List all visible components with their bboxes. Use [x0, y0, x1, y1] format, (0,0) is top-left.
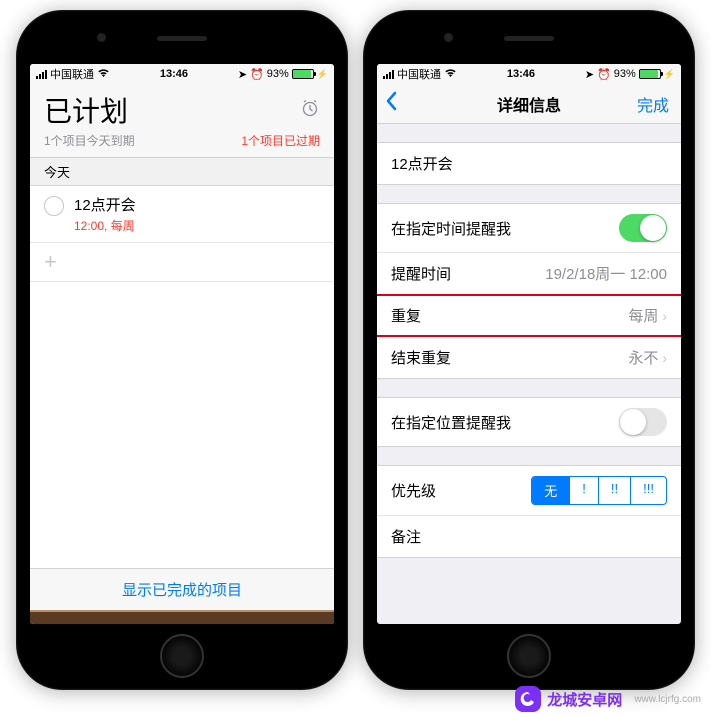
status-time: 13:46 — [160, 68, 188, 80]
end-repeat-cell[interactable]: 结束重复 永不› — [377, 336, 681, 378]
status-bar: 中国联通 13:46 ➤ ⏰ 93% ⚡ — [377, 64, 681, 84]
priority-cell: 优先级 无 ! !! !!! — [377, 466, 681, 515]
alarm-time-label: 提醒时间 — [391, 263, 451, 284]
repeat-value: 每周 — [628, 305, 658, 326]
phone-right: 中国联通 13:46 ➤ ⏰ 93% ⚡ 详细信息 — [363, 10, 695, 690]
remind-time-cell[interactable]: 在指定时间提醒我 — [377, 204, 681, 252]
detail-title: 详细信息 — [497, 92, 561, 116]
alarm-time-cell[interactable]: 提醒时间 19/2/18周一 12:00 — [377, 252, 681, 294]
home-button[interactable] — [160, 634, 204, 678]
chevron-right-icon: › — [662, 350, 667, 366]
status-bar: 中国联通 13:46 ➤ ⏰ 93% ⚡ — [30, 64, 334, 84]
group-location: 在指定位置提醒我 — [377, 397, 681, 447]
alarm-time-value: 19/2/18周一 12:00 — [545, 263, 667, 284]
priority-med[interactable]: !! — [598, 477, 630, 504]
task-title-cell[interactable]: 12点开会 — [377, 143, 681, 184]
remind-location-label: 在指定位置提醒我 — [391, 412, 511, 433]
phone-left: 中国联通 13:46 ➤ ⏰ 93% ⚡ 已计划 — [16, 10, 348, 690]
notes-cell[interactable]: 备注 — [377, 515, 681, 557]
status-time: 13:46 — [507, 68, 535, 80]
repeat-cell[interactable]: 重复 每周› — [377, 294, 681, 336]
battery-pct: 93% — [267, 68, 289, 80]
nav-icon: ➤ — [238, 68, 247, 81]
notes-label: 备注 — [391, 526, 421, 547]
group-priority: 优先级 无 ! !! !!! 备注 — [377, 465, 681, 558]
watermark-logo-icon — [515, 686, 541, 712]
battery-icon — [639, 69, 661, 79]
priority-segmented[interactable]: 无 ! !! !!! — [531, 476, 667, 505]
reminder-detail: 12:00, 每周 — [74, 217, 136, 234]
alarm-icon: ⏰ — [597, 68, 611, 81]
priority-label: 优先级 — [391, 480, 436, 501]
remind-location-toggle[interactable] — [619, 408, 667, 436]
group-title: 12点开会 — [377, 142, 681, 185]
reminder-title: 12点开会 — [74, 194, 136, 215]
home-button[interactable] — [507, 634, 551, 678]
show-completed-button[interactable]: 显示已完成的项目 — [30, 569, 334, 610]
alarm-header-icon[interactable] — [300, 98, 320, 123]
wifi-icon — [97, 68, 110, 81]
page-title: 已计划 — [44, 90, 128, 130]
charging-icon: ⚡ — [317, 69, 328, 80]
list-empty-area[interactable] — [30, 282, 334, 568]
detail-nav: 详细信息 完成 — [377, 84, 681, 124]
watermark-brand: 龙城安卓网 — [547, 689, 622, 710]
remind-location-cell[interactable]: 在指定位置提醒我 — [377, 398, 681, 446]
section-today: 今天 — [30, 158, 334, 186]
battery-pct: 93% — [614, 68, 636, 80]
bottom-bar — [30, 610, 334, 624]
complete-radio[interactable] — [44, 196, 64, 216]
priority-low[interactable]: ! — [569, 477, 598, 504]
back-button[interactable] — [385, 91, 397, 117]
remind-time-label: 在指定时间提醒我 — [391, 218, 511, 239]
screen-left: 中国联通 13:46 ➤ ⏰ 93% ⚡ 已计划 — [30, 64, 334, 624]
list-footer: 显示已完成的项目 — [30, 568, 334, 624]
watermark-url: www.lcjrfg.com — [634, 694, 701, 705]
carrier-label: 中国联通 — [50, 66, 94, 82]
screen-right: 中国联通 13:46 ➤ ⏰ 93% ⚡ 详细信息 — [377, 64, 681, 624]
carrier-label: 中国联通 — [397, 66, 441, 82]
alarm-icon: ⏰ — [250, 68, 264, 81]
done-button[interactable]: 完成 — [637, 92, 669, 116]
reminders-list: 12点开会 12:00, 每周 + — [30, 186, 334, 282]
battery-icon — [292, 69, 314, 79]
priority-none[interactable]: 无 — [532, 477, 569, 504]
due-today-label: 1个项目今天到期 — [44, 132, 135, 149]
watermark: 龙城安卓网 www.lcjrfg.com — [515, 686, 701, 712]
chevron-right-icon: › — [662, 308, 667, 324]
repeat-label: 重复 — [391, 305, 421, 326]
overdue-label: 1个项目已过期 — [241, 132, 320, 149]
signal-icon — [36, 70, 47, 79]
reminder-row[interactable]: 12点开会 12:00, 每周 — [30, 186, 334, 243]
end-repeat-label: 结束重复 — [391, 347, 451, 368]
nav-icon: ➤ — [585, 68, 594, 81]
group-time: 在指定时间提醒我 提醒时间 19/2/18周一 12:00 重复 每周› 结束重… — [377, 203, 681, 379]
add-reminder-button[interactable]: + — [30, 243, 334, 282]
wifi-icon — [444, 68, 457, 81]
charging-icon: ⚡ — [664, 69, 675, 80]
end-repeat-value: 永不 — [628, 347, 658, 368]
list-header: 已计划 1个项目今天到期 1个项目已过期 — [30, 84, 334, 158]
signal-icon — [383, 70, 394, 79]
remind-time-toggle[interactable] — [619, 214, 667, 242]
task-title-text: 12点开会 — [391, 153, 453, 174]
priority-high[interactable]: !!! — [630, 477, 666, 504]
